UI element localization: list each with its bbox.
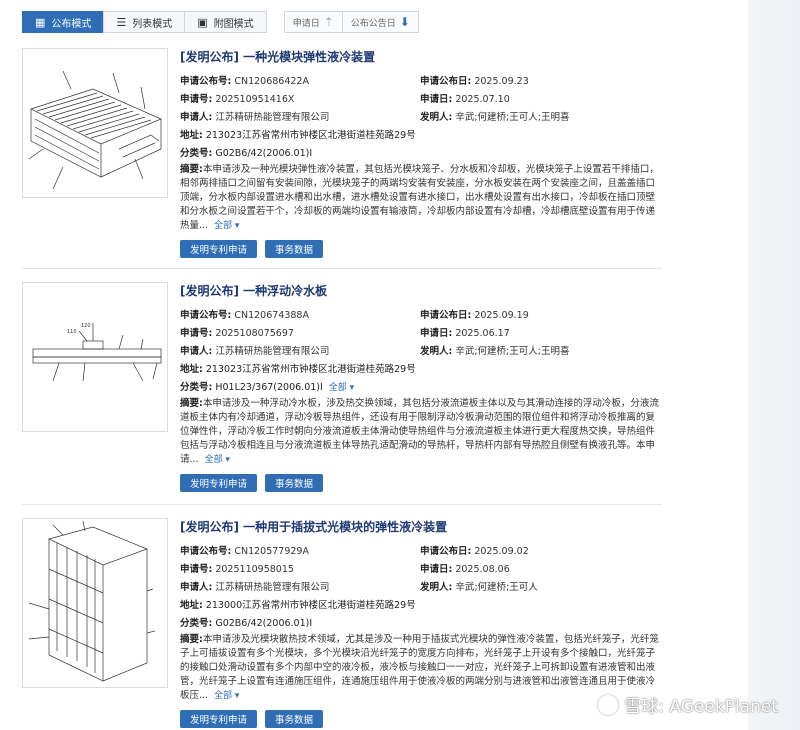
field-label: 申请公布号:	[180, 310, 232, 321]
tab-publish-mode[interactable]: ▦ 公布模式	[22, 11, 105, 33]
expand-all-link[interactable]: 全部 ▾	[214, 691, 239, 701]
arrow-up-icon: ⇡	[323, 15, 334, 29]
pub-date: 2025.09.02	[474, 546, 529, 557]
tab-label: 公布模式	[51, 18, 92, 30]
divider	[22, 504, 662, 505]
tab-list-mode[interactable]: ☰ 列表模式	[103, 11, 186, 33]
abstract-text: 本申请涉及一种光模块弹性液冷装置，其包括光模块笼子、分水板和冷却板，光模块笼子上…	[180, 164, 659, 231]
app-date: 2025.06.17	[455, 328, 510, 339]
field-label: 地址:	[180, 600, 203, 611]
tab-image-mode[interactable]: ▣ 附图模式	[184, 11, 267, 33]
divider	[22, 268, 662, 269]
app-date: 2025.07.10	[455, 94, 510, 105]
field-label: 分类号:	[180, 618, 213, 629]
pub-number: CN120577929A	[234, 546, 309, 557]
field-label: 发明人:	[420, 582, 453, 593]
expand-all-link[interactable]: 全部 ▾	[205, 455, 230, 465]
address: 213023江苏省常州市钟楼区北港街道桂苑路29号	[205, 364, 416, 375]
app-number: 2025110958015	[215, 564, 294, 575]
field-label: 申请号:	[180, 328, 213, 339]
address: 213000江苏省常州市钟楼区北港街道桂苑路29号	[205, 600, 416, 611]
field-label: 地址:	[180, 130, 203, 141]
right-panel-edge	[748, 0, 800, 730]
patent-drawing[interactable]: 120 110	[22, 282, 168, 432]
invention-application-button[interactable]: 发明专利申请	[180, 710, 258, 728]
field-label: 申请人:	[180, 582, 213, 593]
ipc-code: G02B6/42(2006.01)I	[215, 148, 313, 159]
image-grid-icon: ▣	[197, 15, 208, 29]
field-label: 申请公布日:	[420, 76, 472, 87]
field-label: 申请日:	[420, 328, 453, 339]
watermark: 雪球: AGeekPlanet	[598, 692, 778, 717]
field-label: 申请公布日:	[420, 546, 472, 557]
grid-icon: ▦	[35, 15, 46, 29]
invention-application-button[interactable]: 发明专利申请	[180, 474, 258, 492]
applicant: 江苏精研热能管理有限公司	[215, 582, 330, 593]
arrow-down-icon: ⬇	[399, 15, 410, 29]
watermark-text: 雪球: AGeekPlanet	[624, 697, 778, 717]
expand-all-link[interactable]: 全部 ▾	[214, 221, 239, 231]
app-number: 2025108075697	[215, 328, 294, 339]
field-label: 申请公布号:	[180, 546, 232, 557]
field-label: 摘要:	[180, 164, 203, 175]
pub-number: CN120674388A	[234, 310, 309, 321]
field-label: 发明人:	[420, 346, 453, 357]
view-toolbar: ▦ 公布模式 ☰ 列表模式 ▣ 附图模式 申请日 ⇡ 公布公告日 ⬇	[22, 10, 419, 34]
field-label: 申请公布号:	[180, 76, 232, 87]
ipc-code: G02B6/42(2006.01)I	[215, 618, 313, 629]
field-label: 分类号:	[180, 148, 213, 159]
applicant: 江苏精研热能管理有限公司	[215, 112, 330, 123]
ipc-expand-link[interactable]: 全部 ▾	[329, 383, 354, 393]
pub-date: 2025.09.19	[474, 310, 529, 321]
patent-drawing[interactable]	[22, 518, 168, 688]
pub-date: 2025.09.23	[474, 76, 529, 87]
field-label: 摘要:	[180, 398, 203, 409]
applicant: 江苏精研热能管理有限公司	[215, 346, 330, 357]
tab-label: 附图模式	[213, 18, 254, 30]
inventors: 辛武;何建桥;王可人	[455, 582, 538, 593]
abstract-text: 本申请涉及一种浮动冷水板，涉及热交换领域，其包括分液流道板主体以及与其滑动连接的…	[180, 398, 659, 465]
field-label: 申请号:	[180, 94, 213, 105]
field-label: 申请日:	[420, 94, 453, 105]
svg-text:120: 120	[81, 323, 91, 329]
transaction-data-button[interactable]: 事务数据	[265, 710, 324, 728]
field-label: 申请号:	[180, 564, 213, 575]
inventors: 辛武;何建桥;王可人;王明喜	[455, 346, 570, 357]
patent-title[interactable]: [发明公布] 一种光模块弹性液冷装置	[180, 48, 662, 65]
tab-label: 列表模式	[132, 18, 173, 30]
sort-label: 公布公告日	[350, 18, 396, 29]
field-label: 摘要:	[180, 634, 203, 645]
svg-text:110: 110	[67, 329, 77, 335]
app-date: 2025.08.06	[455, 564, 510, 575]
field-label: 申请人:	[180, 112, 213, 123]
inventors: 辛武;何建桥;王可人;王明喜	[455, 112, 570, 123]
field-label: 地址:	[180, 364, 203, 375]
patent-title[interactable]: [发明公布] 一种用于插拔式光模块的弹性液冷装置	[180, 518, 662, 535]
field-label: 分类号:	[180, 382, 213, 393]
field-label: 申请人:	[180, 346, 213, 357]
patent-drawing[interactable]	[22, 48, 168, 198]
transaction-data-button[interactable]: 事务数据	[265, 474, 324, 492]
app-number: 202510951416X	[215, 94, 295, 105]
field-label: 申请日:	[420, 564, 453, 575]
sort-label: 申请日	[292, 18, 320, 29]
field-label: 发明人:	[420, 112, 453, 123]
snowball-logo-icon	[598, 694, 619, 715]
field-label: 申请公布日:	[420, 310, 472, 321]
sort-publish-date[interactable]: 公布公告日 ⬇	[341, 11, 419, 33]
abstract-text: 本申请涉及光模块散热技术领域，尤其是涉及一种用于插拔式光模块的弹性液冷装置，包括…	[180, 634, 659, 701]
pub-number: CN120686422A	[234, 76, 309, 87]
sort-application-date[interactable]: 申请日 ⇡	[283, 11, 343, 33]
invention-application-button[interactable]: 发明专利申请	[180, 240, 258, 258]
list-icon: ☰	[116, 15, 127, 29]
transaction-data-button[interactable]: 事务数据	[265, 240, 324, 258]
ipc-code: H01L23/367(2006.01)I	[215, 382, 323, 393]
address: 213023江苏省常州市钟楼区北港街道桂苑路29号	[205, 130, 416, 141]
patent-title[interactable]: [发明公布] 一种浮动冷水板	[180, 282, 662, 299]
